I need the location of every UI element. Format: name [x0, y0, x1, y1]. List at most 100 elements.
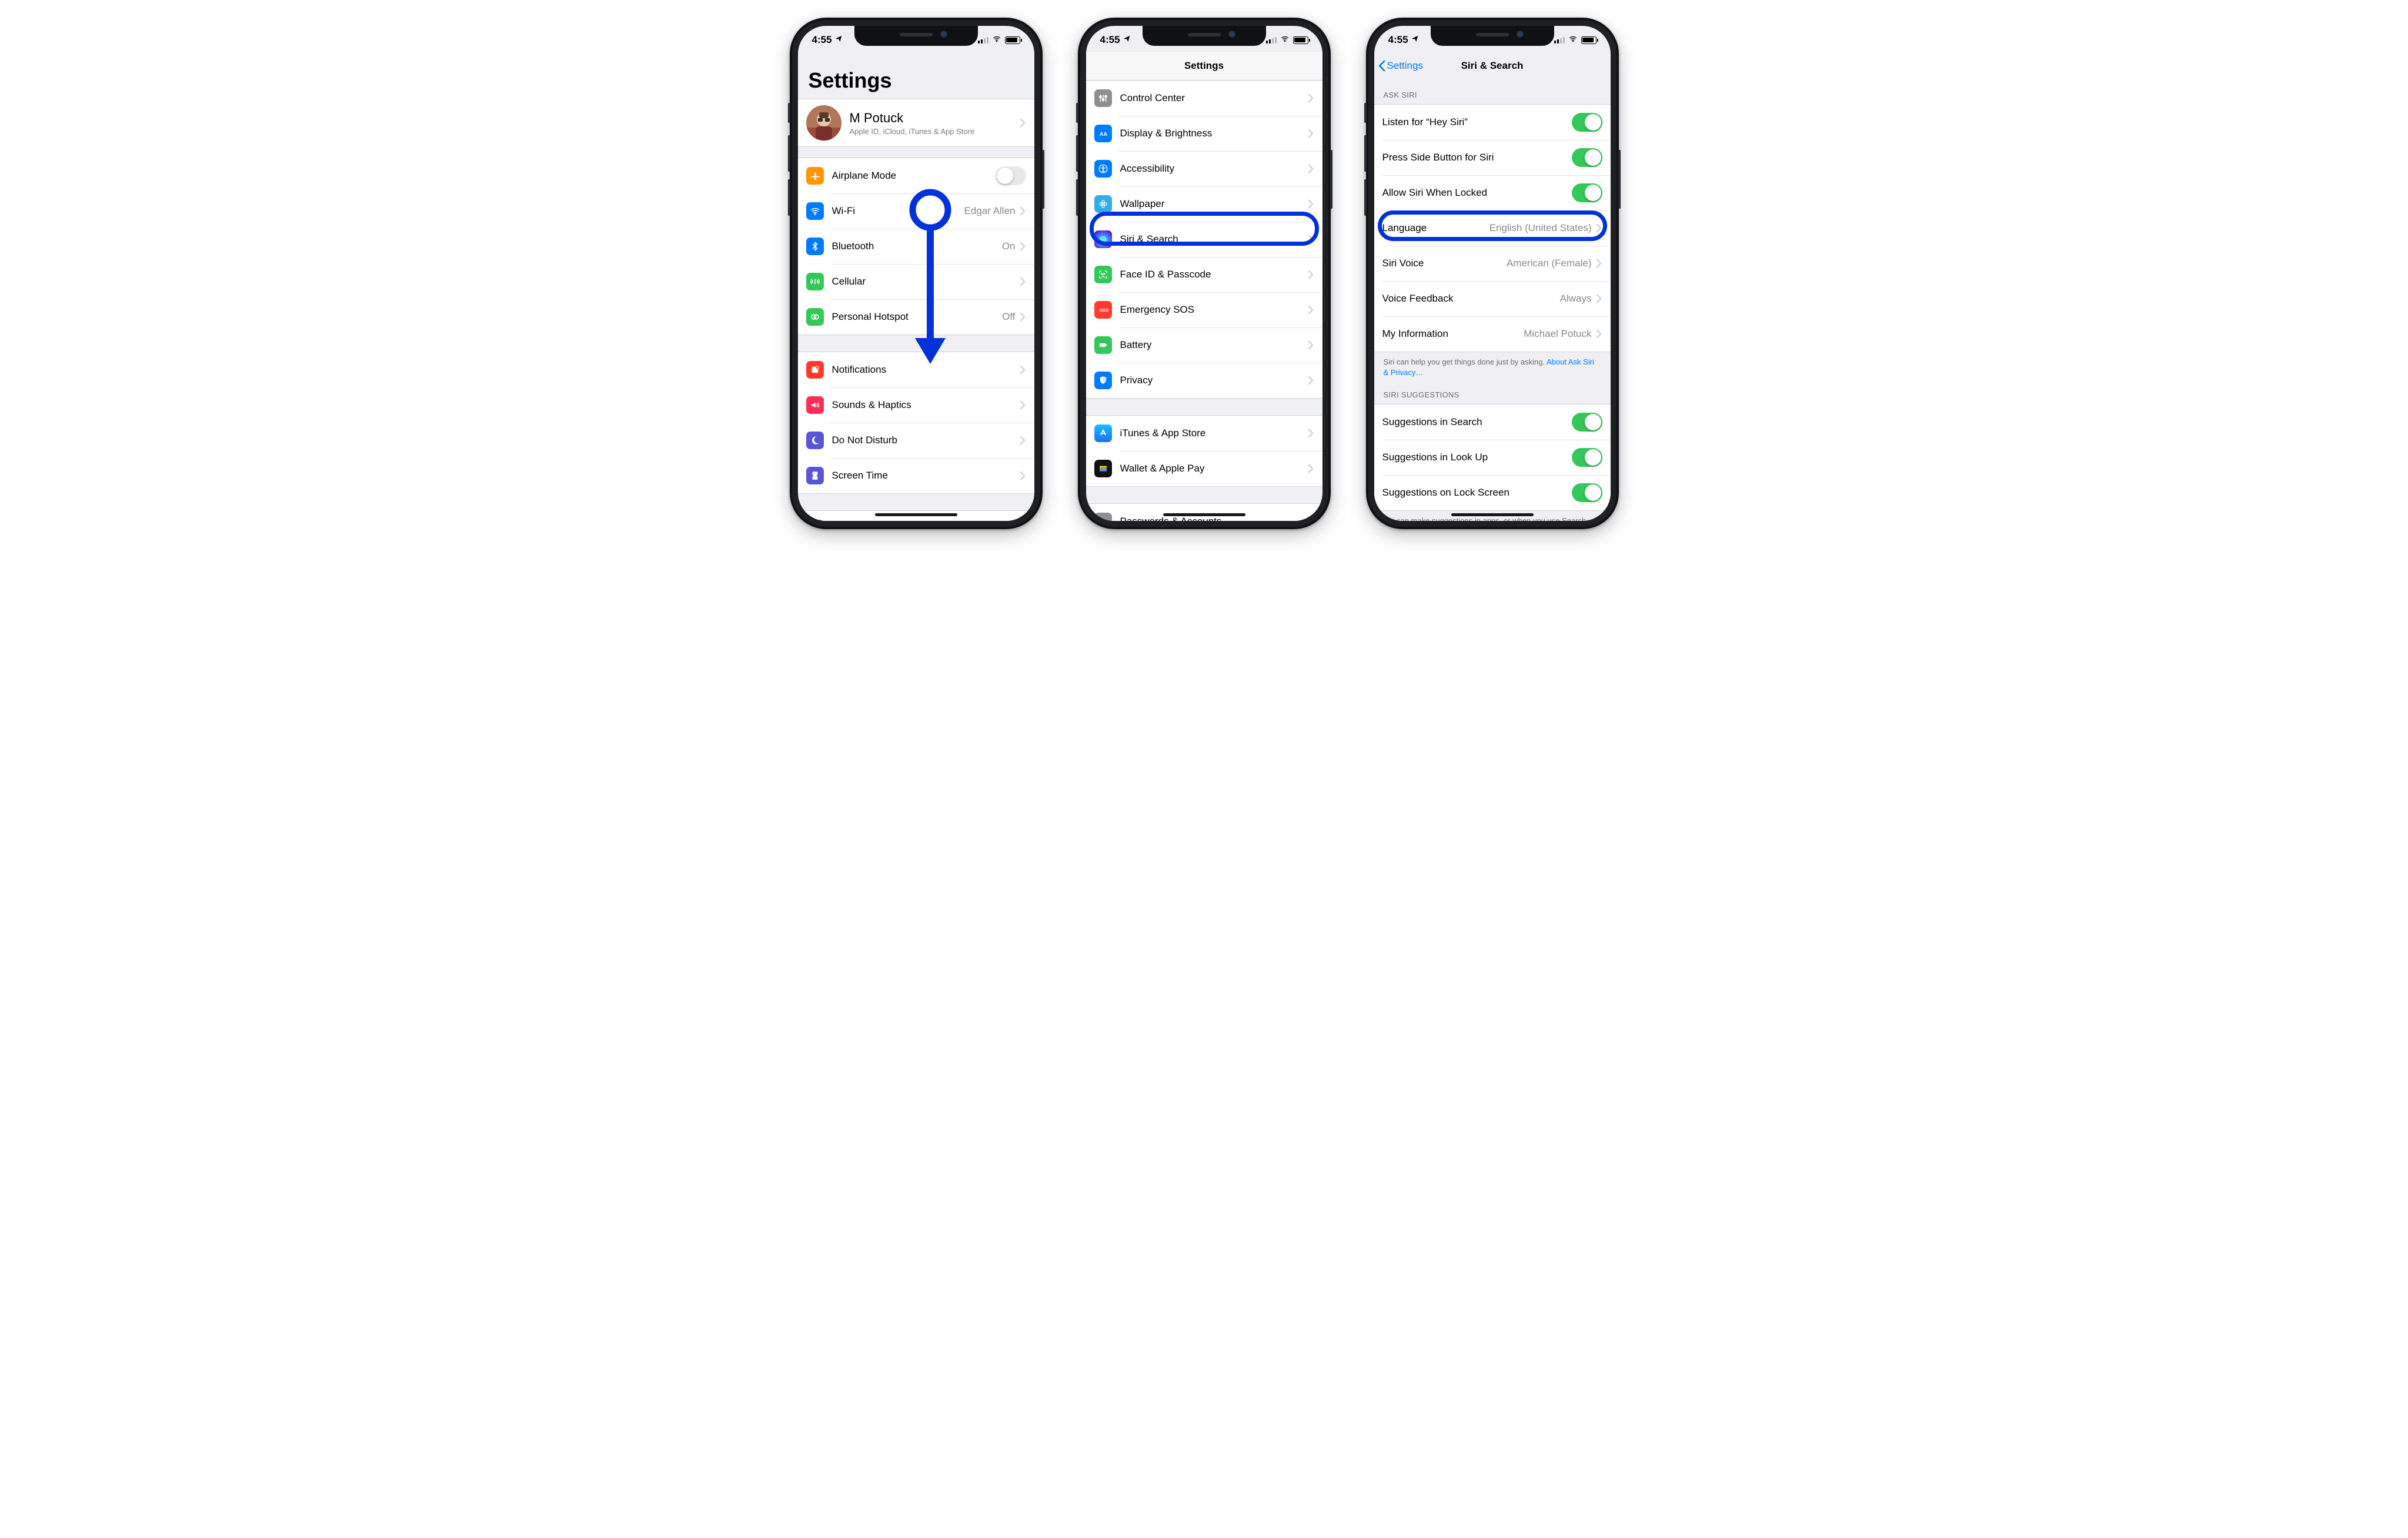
chevron-icon — [1019, 471, 1026, 480]
toggle-airplane[interactable] — [996, 166, 1026, 185]
chevron-icon — [1019, 277, 1026, 286]
control-center-icon — [1094, 89, 1112, 107]
row-value: American (Female) — [1507, 258, 1592, 269]
nav-title: Siri & Search — [1461, 60, 1524, 72]
row-suggestions-lookup[interactable]: Suggestions in Look Up — [1374, 440, 1611, 475]
row-suggestions-lockscreen[interactable]: Suggestions on Lock Screen — [1374, 475, 1611, 510]
row-sounds-haptics[interactable]: Sounds & Haptics — [798, 387, 1034, 423]
row-label: Suggestions on Lock Screen — [1382, 487, 1509, 499]
row-label: Privacy — [1120, 375, 1153, 386]
row-appleid-profile[interactable]: M Potuck Apple ID, iCloud, iTunes & App … — [798, 99, 1034, 146]
row-airplane-mode[interactable]: Airplane Mode — [798, 158, 1034, 193]
nav-back-label: Settings — [1387, 60, 1423, 72]
row-label: Screen Time — [832, 470, 888, 482]
row-voice-feedback[interactable]: Voice Feedback Always — [1374, 281, 1611, 316]
row-do-not-disturb[interactable]: Do Not Disturb — [798, 423, 1034, 458]
chevron-icon — [1019, 206, 1026, 216]
toggle-hey-siri[interactable] — [1572, 113, 1602, 132]
row-screen-time[interactable]: Screen Time — [798, 458, 1034, 493]
cellular-icon — [806, 273, 824, 290]
phone-1: 4:55 Settings M Potuck Apple ID, iCloud,… — [790, 18, 1043, 529]
wallpaper-icon — [1094, 195, 1112, 213]
row-label: Wallpaper — [1120, 198, 1165, 210]
phone-2: 4:55 Settings Control Center AA Display … — [1078, 18, 1331, 529]
row-value: On — [1002, 240, 1016, 252]
row-cellular[interactable]: Cellular — [798, 264, 1034, 299]
row-bluetooth[interactable]: Bluetooth On — [798, 229, 1034, 264]
signal-icon — [1266, 36, 1277, 44]
row-display-brightness[interactable]: AA Display & Brightness — [1086, 116, 1322, 151]
chevron-icon — [1307, 199, 1314, 209]
chevron-icon — [1019, 118, 1026, 128]
chevron-icon — [1307, 464, 1314, 473]
passwords-icon — [1094, 513, 1112, 521]
row-listen-hey-siri[interactable]: Listen for “Hey Siri” — [1374, 105, 1611, 140]
row-wallpaper[interactable]: Wallpaper — [1086, 186, 1322, 222]
nav-back[interactable]: Settings — [1378, 52, 1423, 80]
chevron-icon — [1307, 376, 1314, 385]
row-siri-voice[interactable]: Siri Voice American (Female) — [1374, 246, 1611, 281]
row-suggestions-search[interactable]: Suggestions in Search — [1374, 404, 1611, 440]
row-label: Bluetooth — [832, 240, 874, 252]
row-wifi[interactable]: Wi-Fi Edgar Allen — [798, 193, 1034, 229]
row-label: Wallet & Apple Pay — [1120, 463, 1205, 474]
home-indicator — [875, 513, 957, 516]
row-label: My Information — [1382, 328, 1448, 340]
toggle-suggestions-lock[interactable] — [1572, 483, 1602, 502]
row-passwords-accounts[interactable]: Passwords & Accounts — [1086, 504, 1322, 521]
toggle-suggestions-lookup[interactable] — [1572, 448, 1602, 467]
toggle-suggestions-search[interactable] — [1572, 413, 1602, 432]
privacy-icon — [1094, 372, 1112, 389]
row-language[interactable]: Language English (United States) — [1374, 210, 1611, 246]
bluetooth-icon — [806, 238, 824, 255]
row-label: Battery — [1120, 339, 1152, 351]
row-label: Airplane Mode — [832, 170, 897, 182]
row-label: Siri Voice — [1382, 258, 1424, 269]
wifi-icon — [991, 35, 1002, 46]
toggle-press-side[interactable] — [1572, 148, 1602, 167]
row-label: Sounds & Haptics — [832, 399, 911, 411]
row-itunes-appstore[interactable]: iTunes & App Store — [1086, 416, 1322, 451]
status-time: 4:55 — [812, 34, 832, 46]
row-faceid-passcode[interactable]: Face ID & Passcode — [1086, 257, 1322, 292]
battery-icon — [1293, 36, 1308, 44]
row-my-information[interactable]: My Information Michael Potuck — [1374, 316, 1611, 352]
chevron-icon — [1307, 129, 1314, 138]
row-privacy[interactable]: Privacy — [1086, 363, 1322, 398]
row-press-side[interactable]: Press Side Button for Siri — [1374, 140, 1611, 175]
location-icon — [1411, 34, 1419, 46]
chevron-icon — [1307, 164, 1314, 173]
row-label: Allow Siri When Locked — [1382, 187, 1488, 199]
row-emergency-sos[interactable]: SOS Emergency SOS — [1086, 292, 1322, 327]
appstore-icon — [1094, 424, 1112, 442]
row-personal-hotspot[interactable]: Personal Hotspot Off — [798, 299, 1034, 335]
chevron-icon — [1307, 340, 1314, 350]
row-label: Listen for “Hey Siri” — [1382, 116, 1468, 128]
row-battery[interactable]: Battery — [1086, 327, 1322, 363]
row-label: Personal Hotspot — [832, 311, 909, 323]
status-time: 4:55 — [1100, 34, 1120, 46]
row-notifications[interactable]: Notifications — [798, 352, 1034, 387]
row-value: Always — [1560, 293, 1592, 305]
profile-name: M Potuck — [850, 111, 975, 126]
toggle-allow-locked[interactable] — [1572, 183, 1602, 202]
row-label: Display & Brightness — [1120, 128, 1213, 139]
row-control-center[interactable]: Control Center — [1086, 81, 1322, 116]
notch — [854, 26, 978, 46]
accessibility-icon — [1094, 160, 1112, 178]
row-label: Face ID & Passcode — [1120, 269, 1211, 280]
row-label: Control Center — [1120, 92, 1185, 104]
wallet-icon — [1094, 460, 1112, 477]
faceid-icon — [1094, 266, 1112, 283]
row-label: Suggestions in Search — [1382, 416, 1482, 428]
status-time: 4:55 — [1388, 34, 1408, 46]
row-label: Press Side Button for Siri — [1382, 152, 1494, 163]
row-label: Passwords & Accounts — [1120, 516, 1222, 521]
row-allow-when-locked[interactable]: Allow Siri When Locked — [1374, 175, 1611, 210]
row-label: iTunes & App Store — [1120, 427, 1206, 439]
row-siri-search[interactable]: Siri & Search — [1086, 222, 1322, 257]
row-accessibility[interactable]: Accessibility — [1086, 151, 1322, 186]
row-wallet-applepay[interactable]: Wallet & Apple Pay — [1086, 451, 1322, 486]
general-icon — [806, 520, 824, 521]
row-value: English (United States) — [1489, 222, 1592, 234]
